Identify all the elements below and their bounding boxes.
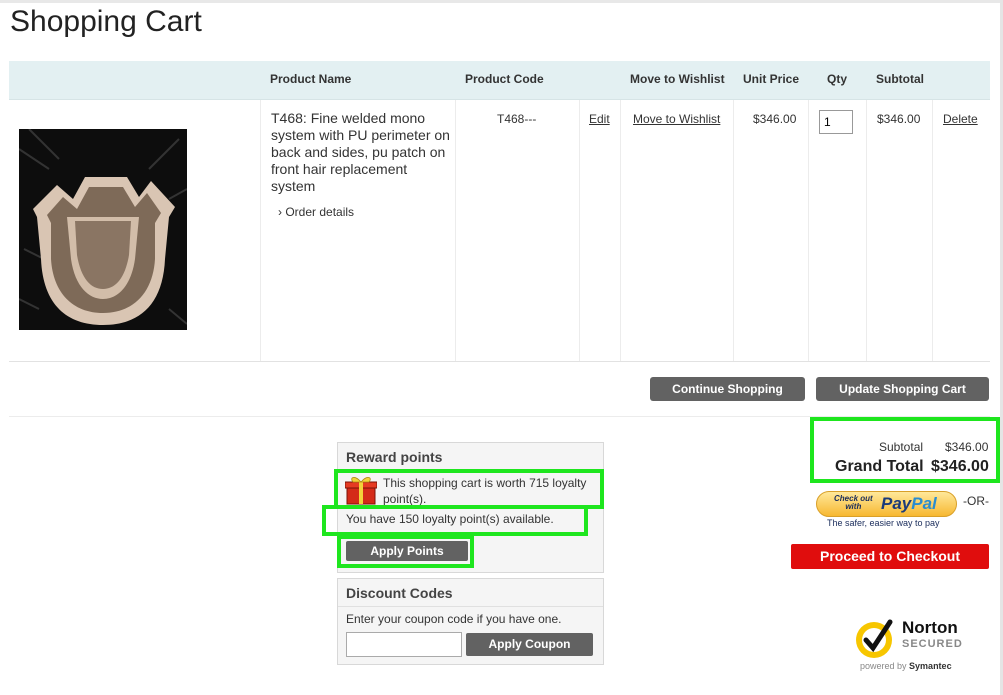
move-to-wishlist-link[interactable]: Move to Wishlist [633,112,720,126]
highlight-worth [334,469,604,509]
product-code: T468--- [497,112,537,126]
quantity-input[interactable] [819,110,853,134]
paypal-with-text: with [845,502,862,511]
reward-points-title: Reward points [346,449,443,465]
norton-brand: Norton [902,618,958,637]
discount-codes-panel: Discount Codes Enter your coupon code if… [337,578,604,665]
coupon-prompt: Enter your coupon code if you have one. [346,612,562,626]
column-divider [733,100,734,361]
paypal-small-text: Check out with [834,495,873,511]
order-details-toggle[interactable]: › Order details [278,205,354,219]
header-subtotal: Subtotal [876,72,924,86]
panel-divider [338,606,603,607]
norton-check-icon [854,616,898,665]
column-divider [260,100,261,361]
proceed-to-checkout-button[interactable]: Proceed to Checkout [791,544,989,569]
column-divider [579,100,580,361]
update-shopping-cart-button[interactable]: Update Shopping Cart [816,377,989,401]
table-row: T468: Fine welded mono system with PU pe… [9,100,990,362]
highlight-apply-points [337,535,474,568]
header-unit-price: Unit Price [743,72,800,86]
chevron-right-icon: › [278,205,282,219]
grand-total-label: Grand Total [835,458,924,475]
delete-link[interactable]: Delete [943,112,978,126]
page-title: Shopping Cart [10,5,202,38]
column-divider [932,100,933,361]
product-image[interactable] [19,129,187,330]
highlight-available [322,505,588,536]
column-divider [808,100,809,361]
edit-link[interactable]: Edit [589,112,610,126]
order-details-label: Order details [285,205,355,219]
subtotal-value: $346.00 [945,440,989,454]
or-separator: -OR- [963,494,989,508]
discount-codes-title: Discount Codes [346,585,453,601]
column-divider [620,100,621,361]
cart-table-header: Product Name Product Code Move to Wishli… [9,61,990,100]
window-top-border [0,0,1003,3]
product-name[interactable]: T468: Fine welded mono system with PU pe… [271,110,451,195]
norton-secured: SECURED [902,638,963,650]
cart-table: Product Name Product Code Move to Wishli… [9,61,990,362]
symantec-text: Symantec [909,661,952,671]
norton-secured-badge[interactable]: Norton SECURED powered by Symantec [854,612,974,674]
paypal-tagline: The safer, easier way to pay [827,518,940,528]
paypal-logo-pal: Pal [911,494,937,513]
paypal-logo: PayPal [881,494,937,514]
subtotal-label: Subtotal [879,440,924,454]
continue-shopping-button[interactable]: Continue Shopping [650,377,805,401]
column-divider [866,100,867,361]
header-product-code: Product Code [465,72,544,86]
paypal-logo-pay: Pay [881,494,912,513]
powered-by-text: powered by [860,661,907,671]
apply-coupon-button[interactable]: Apply Coupon [466,633,593,656]
header-product-name: Product Name [270,72,352,86]
row-subtotal: $346.00 [877,112,921,126]
header-qty: Qty [827,72,848,86]
norton-powered-by: powered by Symantec [860,661,952,671]
header-move-to-wishlist: Move to Wishlist [630,72,725,86]
unit-price: $346.00 [753,112,797,126]
column-divider [455,100,456,361]
paypal-checkout-button[interactable]: Check out with PayPal [816,491,957,517]
grand-total-value: $346.00 [931,458,989,475]
coupon-code-input[interactable] [346,632,462,657]
